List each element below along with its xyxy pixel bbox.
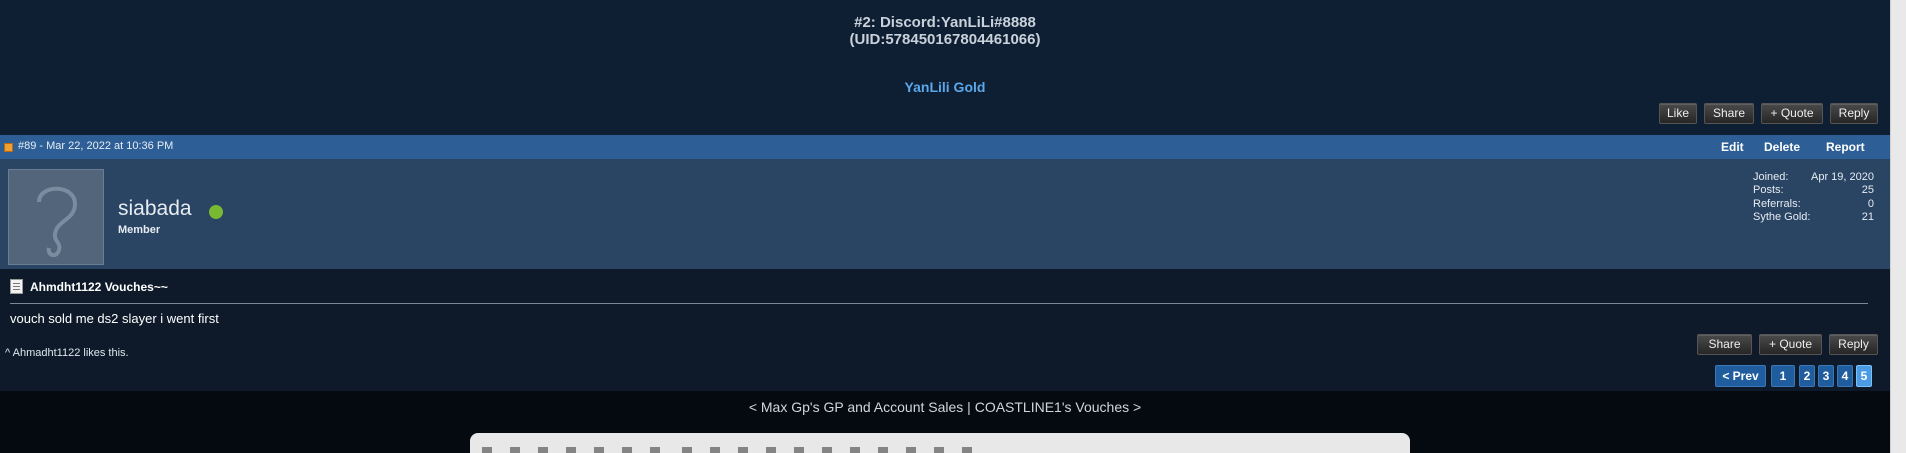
referrals-label: Referrals: [1753,198,1801,210]
reply-button[interactable]: Reply [1829,334,1878,355]
quote-button[interactable]: + Quote [1761,103,1823,124]
document-icon [10,279,23,294]
editor-tool-icon[interactable] [766,447,776,453]
editor-tool-icon[interactable] [510,447,520,453]
avatar[interactable] [8,169,104,265]
previous-post: #2: Discord:YanLiLi#8888 (UID:5784501678… [0,0,1890,135]
caret-up-icon: ^ [5,347,11,359]
editor-tool-icon[interactable] [738,447,748,453]
like-button[interactable]: Like [1659,103,1697,124]
new-post-icon [4,143,13,152]
message-area: Ahmdht1122 Vouches~~ vouch sold me ds2 s… [0,269,1890,391]
footer: < Max Gp's GP and Account Sales | COASTL… [0,391,1890,453]
thread-navigation[interactable]: < Max Gp's GP and Account Sales | COASTL… [0,399,1890,415]
editor-tool-icon[interactable] [878,447,888,453]
editor-tool-icon[interactable] [482,447,492,453]
quote-button[interactable]: + Quote [1759,334,1822,355]
editor-tool-icon[interactable] [962,447,972,453]
editor-tool-icon[interactable] [794,447,804,453]
posts-label: Posts: [1753,184,1784,196]
editor-tool-icon[interactable] [906,447,916,453]
likes-summary: ^ Ahmadht1122 likes this. [5,347,129,359]
sythe-gold-label: Sythe Gold: [1753,211,1811,223]
editor-tool-icon[interactable] [650,447,660,453]
post-header-bar: #89 - Mar 22, 2022 at 10:36 PM Edit Dele… [0,135,1890,159]
gold-link[interactable]: YanLili Gold [0,79,1890,95]
referrals-value: 0 [1867,198,1874,210]
report-link[interactable]: Report [1826,140,1865,154]
signature-line-discord: #2: Discord:YanLiLi#8888 [854,14,1036,31]
delete-link[interactable]: Delete [1764,140,1800,154]
thread-title: Ahmdht1122 Vouches~~ [30,280,168,294]
online-status-icon [209,205,223,219]
page-3-button[interactable]: 3 [1818,365,1834,387]
editor-tool-icon[interactable] [850,447,860,453]
posts-value: 25 [1861,184,1874,196]
liker-link[interactable]: Ahmadht1122 [13,347,81,359]
joined-label: Joined: [1753,171,1789,183]
signature-line-uid: (UID:578450167804461066) [849,31,1041,48]
default-avatar-icon [37,186,78,257]
page-5-button-current[interactable]: 5 [1856,365,1872,387]
page-scrollbar[interactable] [1890,0,1906,453]
editor-tool-icon[interactable] [934,447,944,453]
editor-tool-icon[interactable] [822,447,832,453]
reply-editor-toolbar [470,433,1410,453]
editor-tool-icon[interactable] [566,447,576,453]
editor-tool-icon[interactable] [710,447,720,453]
page-2-button[interactable]: 2 [1799,365,1815,387]
share-button[interactable]: Share [1704,103,1754,124]
editor-tool-icon[interactable] [622,447,632,453]
user-info-bar: siabada Member Joined: Apr 19, 2020 Post… [0,159,1890,269]
sythe-gold-value: 21 [1861,211,1874,223]
share-button[interactable]: Share [1697,334,1752,355]
username[interactable]: siabada [118,197,192,221]
likes-suffix: likes this. [83,347,129,359]
message-text: vouch sold me ds2 slayer i went first [10,311,219,326]
edit-link[interactable]: Edit [1721,140,1744,154]
prev-page-button[interactable]: < Prev [1715,365,1766,387]
post-id-date[interactable]: #89 - Mar 22, 2022 at 10:36 PM [18,140,173,152]
editor-tool-icon[interactable] [682,447,692,453]
page-4-button[interactable]: 4 [1837,365,1853,387]
page-1-button[interactable]: 1 [1771,365,1795,387]
joined-value: Apr 19, 2020 [1811,171,1874,183]
editor-tool-icon[interactable] [594,447,604,453]
editor-tool-icon[interactable] [538,447,548,453]
title-divider [10,303,1868,304]
reply-button[interactable]: Reply [1830,103,1878,124]
user-title: Member [118,224,161,236]
